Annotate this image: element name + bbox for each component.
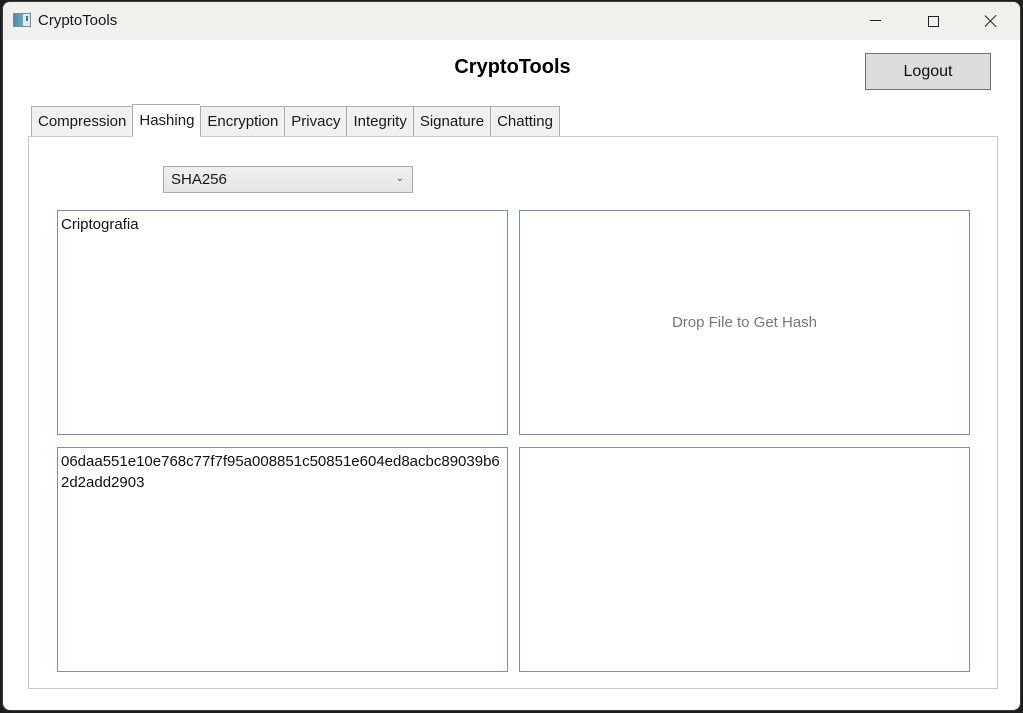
file-hash-output[interactable] (519, 447, 970, 672)
tab-hashing[interactable]: Hashing (132, 104, 201, 137)
tab-compression[interactable]: Compression (31, 106, 133, 137)
logout-button[interactable]: Logout (865, 53, 991, 90)
file-drop-zone[interactable]: Drop File to Get Hash (519, 210, 970, 435)
input-text-field[interactable]: Criptografia (57, 210, 508, 435)
close-icon (984, 14, 998, 28)
minimize-button[interactable] (846, 2, 904, 40)
app-window: CryptoTools CryptoTools Logout Compressi… (2, 1, 1021, 711)
tab-chatting[interactable]: Chatting (490, 106, 560, 137)
tab-integrity[interactable]: Integrity (346, 106, 413, 137)
title-bar[interactable]: CryptoTools (3, 2, 1020, 40)
text-hash-output[interactable]: 06daa551e10e768c77f7f95a008851c50851e604… (57, 447, 508, 672)
hash-algorithm-value: SHA256 (171, 171, 227, 188)
minimize-icon (869, 19, 881, 21)
tab-strip: Compression Hashing Encryption Privacy I… (31, 104, 560, 137)
tab-signature[interactable]: Signature (412, 106, 491, 137)
hashing-panel: SHA256 ⌄ Criptografia Drop File to Get H… (28, 136, 998, 689)
drop-zone-label: Drop File to Get Hash (671, 314, 818, 331)
app-icon (13, 13, 31, 27)
chevron-down-icon: ⌄ (395, 173, 404, 184)
maximize-button[interactable] (904, 2, 962, 40)
tab-privacy[interactable]: Privacy (284, 106, 347, 137)
hash-algorithm-select[interactable]: SHA256 ⌄ (163, 166, 413, 193)
window-title: CryptoTools (38, 12, 118, 29)
maximize-icon (927, 15, 939, 27)
close-button[interactable] (962, 2, 1020, 40)
tab-encryption[interactable]: Encryption (200, 106, 285, 137)
